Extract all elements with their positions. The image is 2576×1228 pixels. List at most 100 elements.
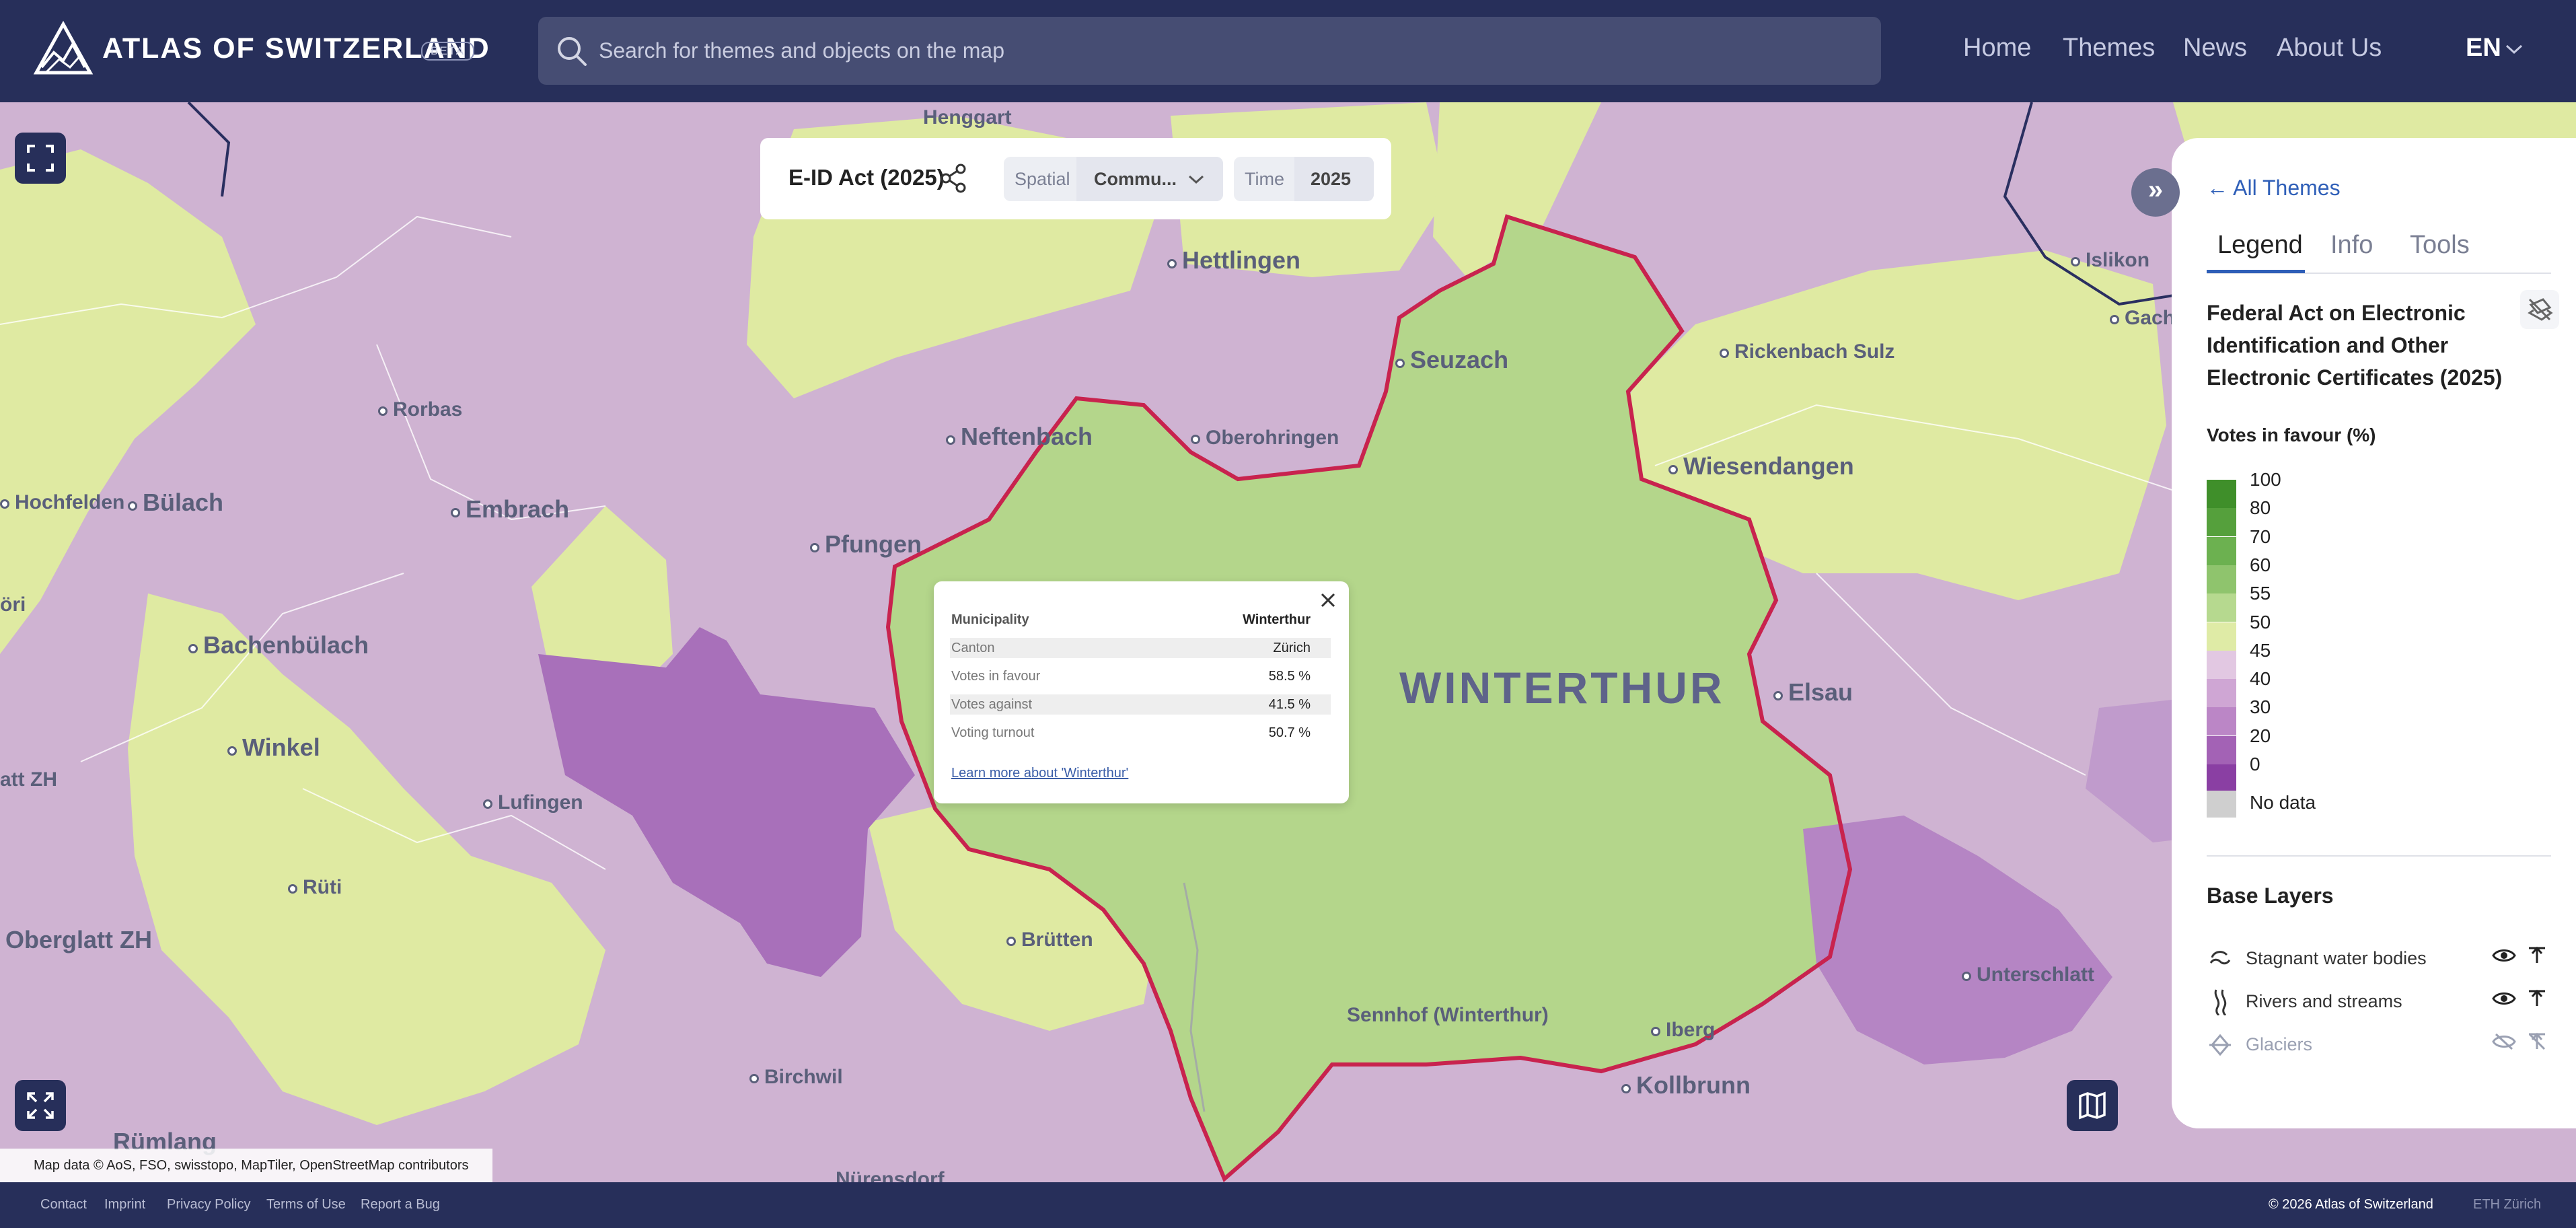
legend-label: 30 [2250, 696, 2271, 718]
close-icon[interactable] [1319, 591, 1337, 610]
popup-key: Votes in favour [951, 669, 1041, 684]
section-divider [2207, 855, 2551, 857]
learn-more-link[interactable]: Learn more about 'Winterthur' [951, 766, 1128, 781]
eye-icon[interactable] [2492, 988, 2516, 1009]
legend-swatch [2207, 735, 2236, 764]
nav-about-us[interactable]: About Us [2277, 34, 2382, 63]
time-value: 2025 [1311, 169, 1352, 189]
footer-link-terms[interactable]: Terms of Use [266, 1197, 346, 1213]
basemap-toggle-button[interactable] [2067, 1080, 2118, 1131]
legend-label: 100 [2250, 469, 2281, 490]
footer-link-report-bug[interactable]: Report a Bug [361, 1197, 440, 1213]
glacier-icon [2209, 1034, 2231, 1056]
place-label: Sennhof (Winterthur) [1347, 1004, 1549, 1026]
footer-link-privacy[interactable]: Privacy Policy [167, 1197, 250, 1213]
place-label: Birchwil [749, 1066, 843, 1089]
place-label: Islikon [2071, 249, 2149, 272]
nav-themes[interactable]: Themes [2063, 34, 2155, 63]
atlas-logo-icon[interactable] [32, 20, 94, 79]
place-label: Bülach [128, 489, 223, 517]
layers-icon [2528, 298, 2553, 321]
water-icon [2209, 951, 2231, 965]
place-label: Pfungen [810, 530, 922, 558]
nav-news[interactable]: News [2183, 34, 2247, 63]
legend-label: 0 [2250, 754, 2260, 774]
active-tab-indicator [2207, 270, 2305, 273]
tab-tools[interactable]: Tools [2410, 231, 2470, 260]
theme-bar: E-ID Act (2025) Spatial Commu... Time 20… [760, 138, 1391, 219]
eye-icon[interactable] [2492, 945, 2516, 966]
place-label: att ZH [0, 768, 57, 791]
legend-swatch [2207, 679, 2236, 708]
eth-link[interactable]: ETH Zürich [2473, 1197, 2541, 1213]
spatial-select[interactable]: Spatial Commu... [1004, 157, 1223, 201]
popup-row: Canton Zürich [950, 638, 1331, 658]
no-data-swatch [2207, 791, 2236, 818]
legend-swatch [2207, 508, 2236, 537]
language-selector[interactable]: EN [2466, 34, 2501, 63]
legend-label: 60 [2250, 554, 2271, 575]
filter-icon[interactable] [2527, 945, 2547, 966]
river-icon [2214, 989, 2227, 1015]
legend-swatch [2207, 565, 2236, 593]
search-bar[interactable] [538, 17, 1881, 85]
legend-label: 80 [2250, 497, 2271, 519]
all-themes-label: All Themes [2233, 176, 2341, 200]
feature-popup: Municipality Winterthur Canton Zürich Vo… [934, 581, 1349, 803]
popup-value: 50.7 % [1268, 725, 1311, 740]
popup-key: Votes against [951, 697, 1033, 712]
place-label: Neftenbach [946, 423, 1093, 451]
legend-label: 50 [2250, 611, 2271, 633]
popup-value: 41.5 % [1268, 697, 1311, 712]
city-label-winterthur: WINTERTHUR [1399, 663, 1725, 713]
eye-off-icon[interactable] [2492, 1032, 2516, 1052]
legend-label: 20 [2250, 725, 2271, 746]
search-input[interactable] [599, 17, 1864, 85]
collapse-panel-button[interactable]: » [2131, 168, 2180, 217]
legend-title: Federal Act on Electronic Identification… [2207, 301, 2503, 390]
nav-home[interactable]: Home [1963, 34, 2031, 63]
tab-legend[interactable]: Legend [2217, 231, 2303, 260]
place-label: Nürensdorf [836, 1168, 945, 1182]
place-label: Wiesendangen [1668, 452, 1854, 480]
popup-row: Votes against 41.5 % [950, 694, 1331, 715]
base-layers-title: Base Layers [2207, 883, 2334, 908]
spatial-value: Commu... [1094, 169, 1177, 189]
base-layer-label: Glaciers [2246, 1034, 2313, 1054]
place-label: Unterschlatt [1962, 964, 2094, 986]
top-header: ATLAS OF SWITZERLAND BETA Home Themes Ne… [0, 0, 2576, 102]
place-label: Kollbrunn [1621, 1071, 1751, 1099]
expand-icon [27, 1092, 54, 1119]
no-data-label: No data [2250, 792, 2316, 813]
filter-off-icon[interactable] [2527, 1032, 2547, 1052]
place-label: Rüti [288, 876, 342, 899]
all-themes-link[interactable]: ← All Themes [2207, 176, 2341, 201]
legend-swatch [2207, 480, 2236, 508]
footer-link-contact[interactable]: Contact [40, 1197, 87, 1213]
expand-map-button[interactable] [15, 1080, 66, 1131]
layers-button[interactable] [2520, 290, 2559, 329]
time-select[interactable]: Time 2025 [1234, 157, 1374, 201]
map-attribution: Map data © AoS, FSO, swisstopo, MapTiler… [0, 1149, 492, 1182]
fullscreen-button[interactable] [15, 133, 66, 184]
place-label: Embrach [451, 495, 569, 523]
popup-value: Zürich [1273, 641, 1311, 655]
place-label: Winkel [227, 733, 320, 762]
side-panel: ← All Themes Legend Info Tools Federal A… [2172, 138, 2576, 1128]
fullscreen-icon [27, 145, 54, 172]
beta-badge: BETA [421, 42, 475, 61]
theme-title: E-ID Act (2025) [788, 165, 945, 190]
chevron-down-icon[interactable] [2504, 42, 2524, 57]
filter-icon[interactable] [2527, 988, 2547, 1009]
footer-link-imprint[interactable]: Imprint [104, 1197, 145, 1213]
popup-key: Voting turnout [951, 725, 1035, 740]
popup-key: Municipality [951, 612, 1029, 627]
place-label: Iberg [1651, 1019, 1715, 1042]
legend-subtitle: Votes in favour (%) [2207, 425, 2376, 445]
search-icon [558, 37, 587, 66]
share-icon[interactable] [939, 164, 969, 193]
base-layer-row: Rivers and streams [2207, 987, 2551, 1017]
base-layer-row: Glaciers [2207, 1030, 2551, 1060]
tab-info[interactable]: Info [2330, 231, 2373, 260]
place-label: Bachenbülach [188, 631, 369, 659]
